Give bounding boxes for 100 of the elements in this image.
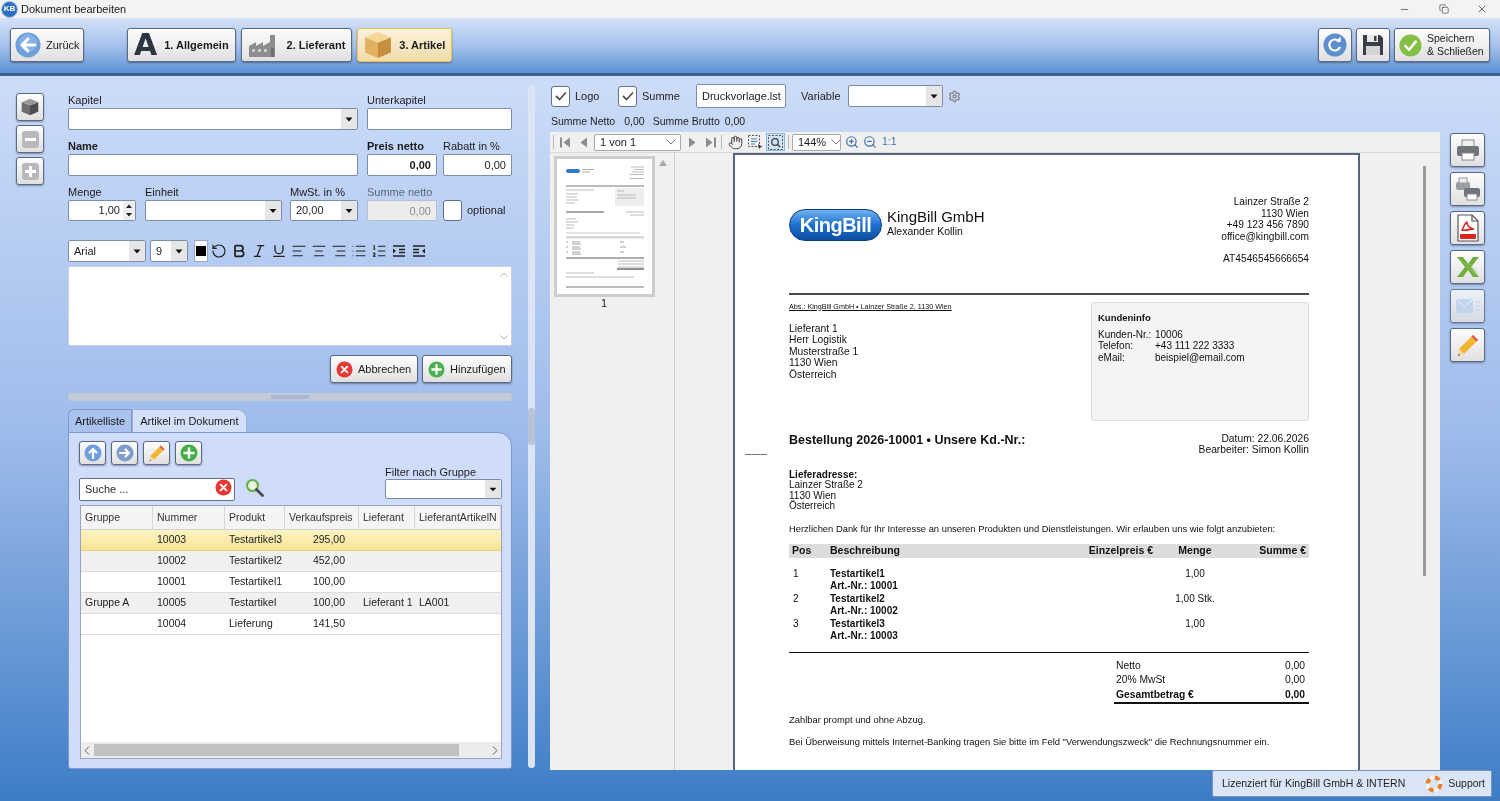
- subchapter-field[interactable]: [367, 108, 512, 130]
- bullet-list-icon[interactable]: [351, 243, 367, 259]
- support-button[interactable]: Support: [1425, 774, 1485, 793]
- refresh-button[interactable]: [1318, 28, 1352, 62]
- note-text: Zahlbar prompt und ohne Abzug.: [789, 714, 926, 726]
- chapter-dropdown[interactable]: [68, 108, 358, 130]
- excel-export-button[interactable]: [1450, 250, 1485, 284]
- align-center-icon[interactable]: [311, 243, 327, 259]
- back-button[interactable]: Zurück: [10, 28, 84, 62]
- column-header[interactable]: Produkt: [225, 506, 285, 529]
- align-left-icon[interactable]: [291, 243, 307, 259]
- align-right-icon[interactable]: [331, 243, 347, 259]
- field-label: Preis netto: [367, 139, 425, 154]
- table-cell: 295,00: [312, 532, 345, 548]
- name-field[interactable]: [68, 154, 358, 176]
- group-filter-dropdown[interactable]: [385, 479, 502, 499]
- scrollbar-thumb[interactable]: [528, 408, 535, 445]
- column-header[interactable]: Nummer: [153, 506, 225, 529]
- lifebuoy-icon: [1425, 774, 1444, 793]
- field-label: Kapitel: [68, 93, 103, 108]
- summary-label: Summe Brutto: [652, 113, 720, 129]
- tab[interactable]: Artikelliste: [68, 409, 133, 432]
- scrollbar-thumb[interactable]: [94, 744, 459, 756]
- column-header[interactable]: Lieferant: [359, 506, 415, 529]
- next-page-icon[interactable]: [688, 136, 698, 148]
- italic-icon[interactable]: [251, 243, 267, 259]
- zoom-dropdown[interactable]: 144%: [792, 133, 841, 151]
- table-row[interactable]: 10003 Testartikel3 295,00: [81, 530, 501, 551]
- add-button[interactable]: Hinzufügen: [422, 355, 512, 383]
- unit-dropdown[interactable]: [145, 200, 282, 221]
- address-line: +49 123 456 7890: [1226, 219, 1309, 232]
- print-multiple-button[interactable]: [1450, 172, 1485, 206]
- article-button[interactable]: [16, 93, 44, 121]
- undo-icon[interactable]: [211, 243, 227, 259]
- table-row[interactable]: Gruppe A 10005 Testartikel 100,00 Lieferant 1 LA001: [81, 593, 501, 614]
- first-page-icon[interactable]: [560, 136, 570, 148]
- optional-checkbox[interactable]: [443, 200, 462, 221]
- net-price-field[interactable]: 0,00: [367, 154, 437, 176]
- settings-icon[interactable]: [947, 89, 961, 103]
- search-icon[interactable]: [245, 478, 264, 497]
- table-cell: 10001: [157, 574, 187, 590]
- move-up-button[interactable]: [79, 441, 106, 465]
- discount-field[interactable]: 0,00: [443, 154, 512, 176]
- bold-icon[interactable]: [231, 243, 247, 259]
- quantity-spinner[interactable]: 1,00: [68, 200, 136, 221]
- font-dropdown[interactable]: Arial: [68, 240, 146, 262]
- move-right-button[interactable]: [111, 441, 138, 465]
- print-button[interactable]: [1450, 133, 1485, 167]
- column-header[interactable]: Verkaufspreis: [285, 506, 359, 529]
- viewer-tool[interactable]: [726, 133, 745, 151]
- option-checkbox[interactable]: [618, 85, 637, 107]
- table-row[interactable]: 10002 Testartikel2 452,00: [81, 551, 501, 572]
- step-tab[interactable]: 3. Artikel: [357, 28, 453, 62]
- save-button[interactable]: [1356, 28, 1390, 62]
- table-cell: Testartikel2: [229, 553, 283, 569]
- previous-page-icon[interactable]: [578, 136, 588, 148]
- table-cell: 452,00: [312, 553, 345, 569]
- step-tab[interactable]: 2. Lieferant: [240, 28, 353, 62]
- table-cell: 100,00: [312, 574, 345, 590]
- page-dropdown[interactable]: 1 von 1: [594, 133, 681, 151]
- table-cell: 10004: [157, 616, 187, 632]
- last-page-icon[interactable]: [706, 136, 716, 148]
- scroll-left-icon: [84, 745, 90, 755]
- column-header[interactable]: Gruppe: [81, 506, 153, 529]
- option-checkbox[interactable]: [551, 85, 570, 107]
- box-title: Kundeninfo: [1098, 311, 1151, 323]
- save-close-button[interactable]: Speichern & Schließen: [1394, 28, 1490, 62]
- printers-icon: [1454, 177, 1481, 201]
- zoom-out-icon[interactable]: [863, 135, 877, 149]
- pdf-export-button[interactable]: [1450, 211, 1485, 245]
- edit-button[interactable]: [1450, 328, 1485, 362]
- underline-icon[interactable]: [271, 243, 287, 259]
- restore-icon: [1439, 4, 1449, 14]
- font-color-button[interactable]: [194, 240, 208, 262]
- actual-size-button[interactable]: 1:1: [882, 134, 897, 150]
- splitter-handle[interactable]: [68, 393, 512, 401]
- numbered-list-icon[interactable]: [371, 243, 387, 259]
- zoom-in-icon[interactable]: [845, 135, 859, 149]
- vat-dropdown[interactable]: 20,00: [290, 200, 358, 221]
- search-field[interactable]: Suche ...: [79, 477, 235, 501]
- scrollbar-thumb[interactable]: [1423, 166, 1426, 576]
- viewer-tool[interactable]: [746, 133, 765, 151]
- tab[interactable]: Artikel im Dokument: [132, 409, 247, 432]
- edit-article-button[interactable]: [143, 441, 170, 465]
- note-text: Bei Überweisung mittels Internet-Banking tragen Sie bitte im Feld "Verwendungszweck" die Rechnungsnummer ein.: [789, 736, 1270, 748]
- table-cell: Testartikel1: [229, 574, 283, 590]
- printer-icon: [1455, 139, 1480, 161]
- template-dropdown[interactable]: Druckvorlage.lst: [696, 84, 786, 108]
- new-article-button[interactable]: [175, 441, 202, 465]
- viewer-tool[interactable]: [766, 133, 785, 151]
- font-size-dropdown[interactable]: 9: [150, 240, 188, 262]
- page-thumbnail[interactable]: [553, 156, 655, 297]
- variable-dropdown[interactable]: [847, 85, 943, 107]
- outdent-icon[interactable]: [411, 243, 427, 259]
- field-label: Rabatt in %: [443, 139, 501, 154]
- indent-icon[interactable]: [391, 243, 407, 259]
- cancel-button[interactable]: Abbrechen: [330, 355, 418, 383]
- column-header[interactable]: LieferantArtikelN: [415, 506, 501, 529]
- position-cell: 1: [793, 567, 799, 579]
- step-tab[interactable]: A 1. Allgemein: [127, 28, 236, 62]
